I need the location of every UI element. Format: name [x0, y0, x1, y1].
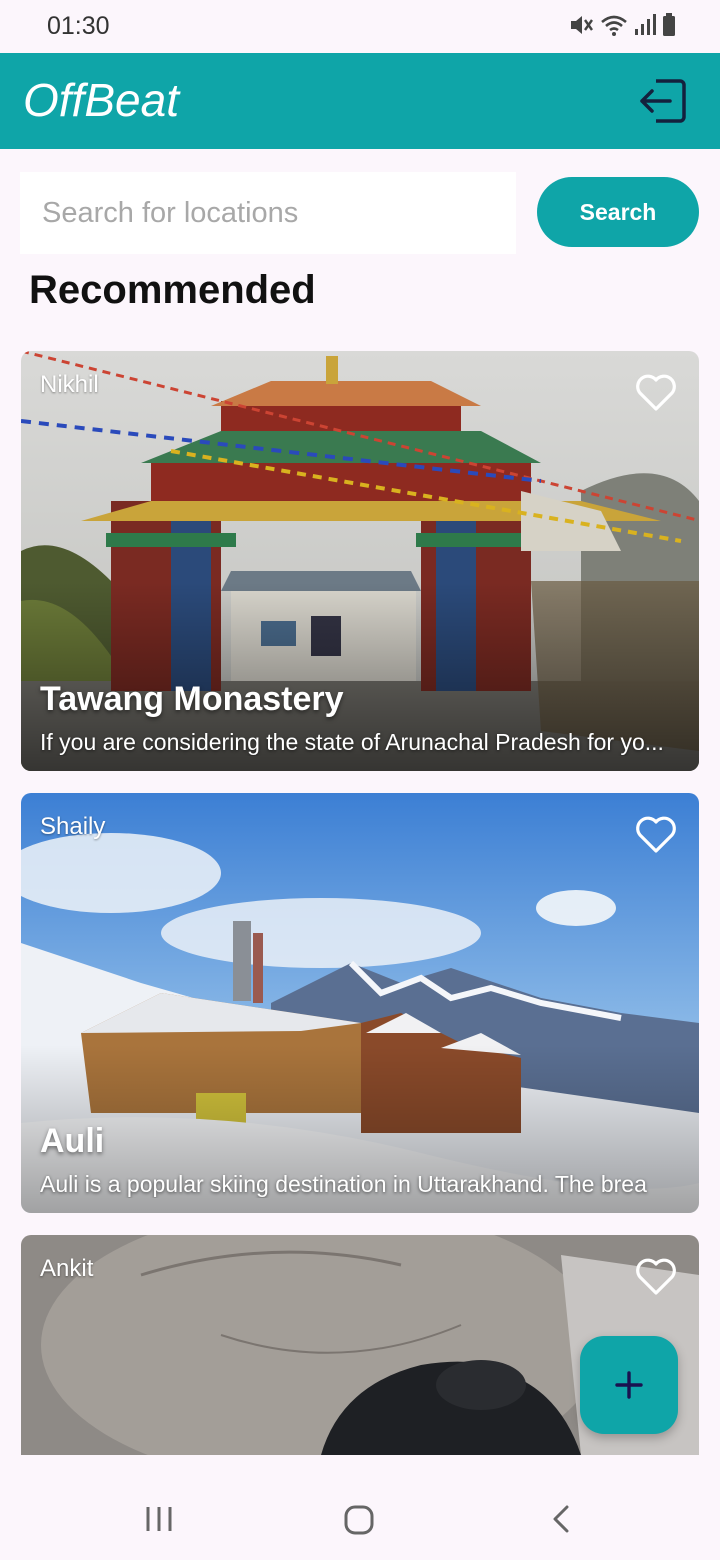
signal-icon: [634, 13, 656, 42]
heart-outline-icon: [636, 1258, 676, 1295]
plus-icon: [615, 1371, 643, 1399]
card-author: Ankit: [40, 1255, 94, 1282]
home-icon: [344, 1505, 374, 1535]
app-title: OffBeat: [23, 74, 179, 126]
card-image: [21, 793, 699, 1213]
mute-icon: [568, 13, 594, 42]
back-button[interactable]: [550, 1504, 572, 1539]
wifi-icon: [600, 13, 628, 42]
home-button[interactable]: [343, 1504, 375, 1541]
heart-outline-icon: [636, 374, 676, 411]
status-bar: 01:30: [0, 0, 720, 53]
recent-apps-button[interactable]: [144, 1504, 174, 1539]
search-button[interactable]: Search: [537, 177, 699, 247]
card-description: Auli is a popular skiing destination in …: [40, 1171, 647, 1197]
card-author: Nikhil: [40, 371, 99, 398]
place-card[interactable]: Shaily Auli Auli is a popular skiing des…: [21, 793, 699, 1213]
place-card[interactable]: Nikhil Tawang Monastery If you are consi…: [21, 351, 699, 771]
app-bar: OffBeat: [0, 53, 720, 149]
favorite-button[interactable]: [635, 815, 677, 855]
favorite-button[interactable]: [635, 1257, 677, 1297]
heart-outline-icon: [636, 816, 676, 853]
battery-icon: [662, 12, 676, 42]
status-time: 01:30: [47, 12, 110, 40]
card-description: If you are considering the state of Arun…: [40, 729, 664, 755]
logout-icon: [640, 79, 686, 123]
card-title: Auli: [40, 1122, 105, 1160]
logout-button[interactable]: [638, 75, 690, 127]
section-title: Recommended: [29, 268, 316, 312]
card-title: Tawang Monastery: [40, 680, 344, 718]
recent-apps-icon: [146, 1507, 172, 1531]
back-icon: [553, 1505, 569, 1533]
card-author: Shaily: [40, 813, 106, 840]
system-nav-bar: [0, 1476, 720, 1560]
favorite-button[interactable]: [635, 373, 677, 413]
add-place-button[interactable]: [580, 1336, 678, 1434]
search-input[interactable]: [20, 172, 516, 254]
status-icons: [568, 12, 676, 42]
